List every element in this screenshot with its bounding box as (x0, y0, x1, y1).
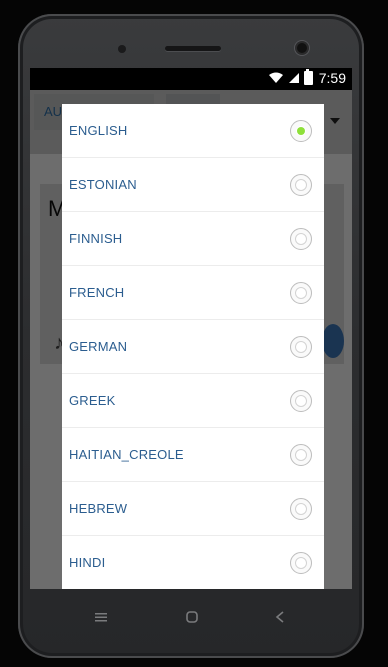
language-option[interactable]: HINDI (62, 536, 324, 589)
front-camera (118, 45, 126, 53)
status-bar: 7:59 (30, 68, 352, 90)
earpiece-speaker (165, 46, 221, 51)
language-option[interactable]: HAITIAN_CREOLE (62, 428, 324, 482)
language-option[interactable]: GERMAN (62, 320, 324, 374)
language-label: FRENCH (69, 285, 125, 300)
language-option[interactable]: ESTONIAN (62, 158, 324, 212)
language-option[interactable]: FINNISH (62, 212, 324, 266)
battery-icon (303, 69, 313, 85)
language-option[interactable]: GREEK (62, 374, 324, 428)
language-option[interactable]: FRENCH (62, 266, 324, 320)
language-label: HEBREW (69, 501, 128, 516)
screen: 7:59 AU M ♪ ENGLISH ESTONIAN FINNISH FRE… (30, 68, 352, 589)
language-label: HAITIAN_CREOLE (69, 447, 184, 462)
signal-icon (288, 73, 299, 83)
radio-button[interactable] (290, 335, 312, 358)
radio-button-checked[interactable] (290, 119, 312, 142)
radio-button[interactable] (290, 389, 312, 412)
wifi-icon (268, 72, 283, 83)
home-icon[interactable] (185, 610, 199, 624)
language-label: HINDI (69, 555, 106, 570)
language-label: ESTONIAN (69, 177, 137, 192)
radio-button[interactable] (290, 551, 312, 574)
menu-icon[interactable] (94, 611, 108, 623)
radio-button[interactable] (290, 281, 312, 304)
language-option[interactable]: ENGLISH (62, 104, 324, 158)
radio-button[interactable] (290, 443, 312, 466)
language-label: GERMAN (69, 339, 128, 354)
language-picker-dialog: ENGLISH ESTONIAN FINNISH FRENCH GERMAN G… (62, 104, 324, 589)
radio-button[interactable] (290, 497, 312, 520)
language-label: GREEK (69, 393, 116, 408)
back-icon[interactable] (274, 610, 286, 624)
radio-button[interactable] (290, 173, 312, 196)
camera-sensor (297, 43, 307, 53)
language-option[interactable]: HEBREW (62, 482, 324, 536)
language-label: ENGLISH (69, 123, 128, 138)
language-label: FINNISH (69, 231, 123, 246)
radio-button[interactable] (290, 227, 312, 250)
status-time: 7:59 (318, 70, 346, 86)
